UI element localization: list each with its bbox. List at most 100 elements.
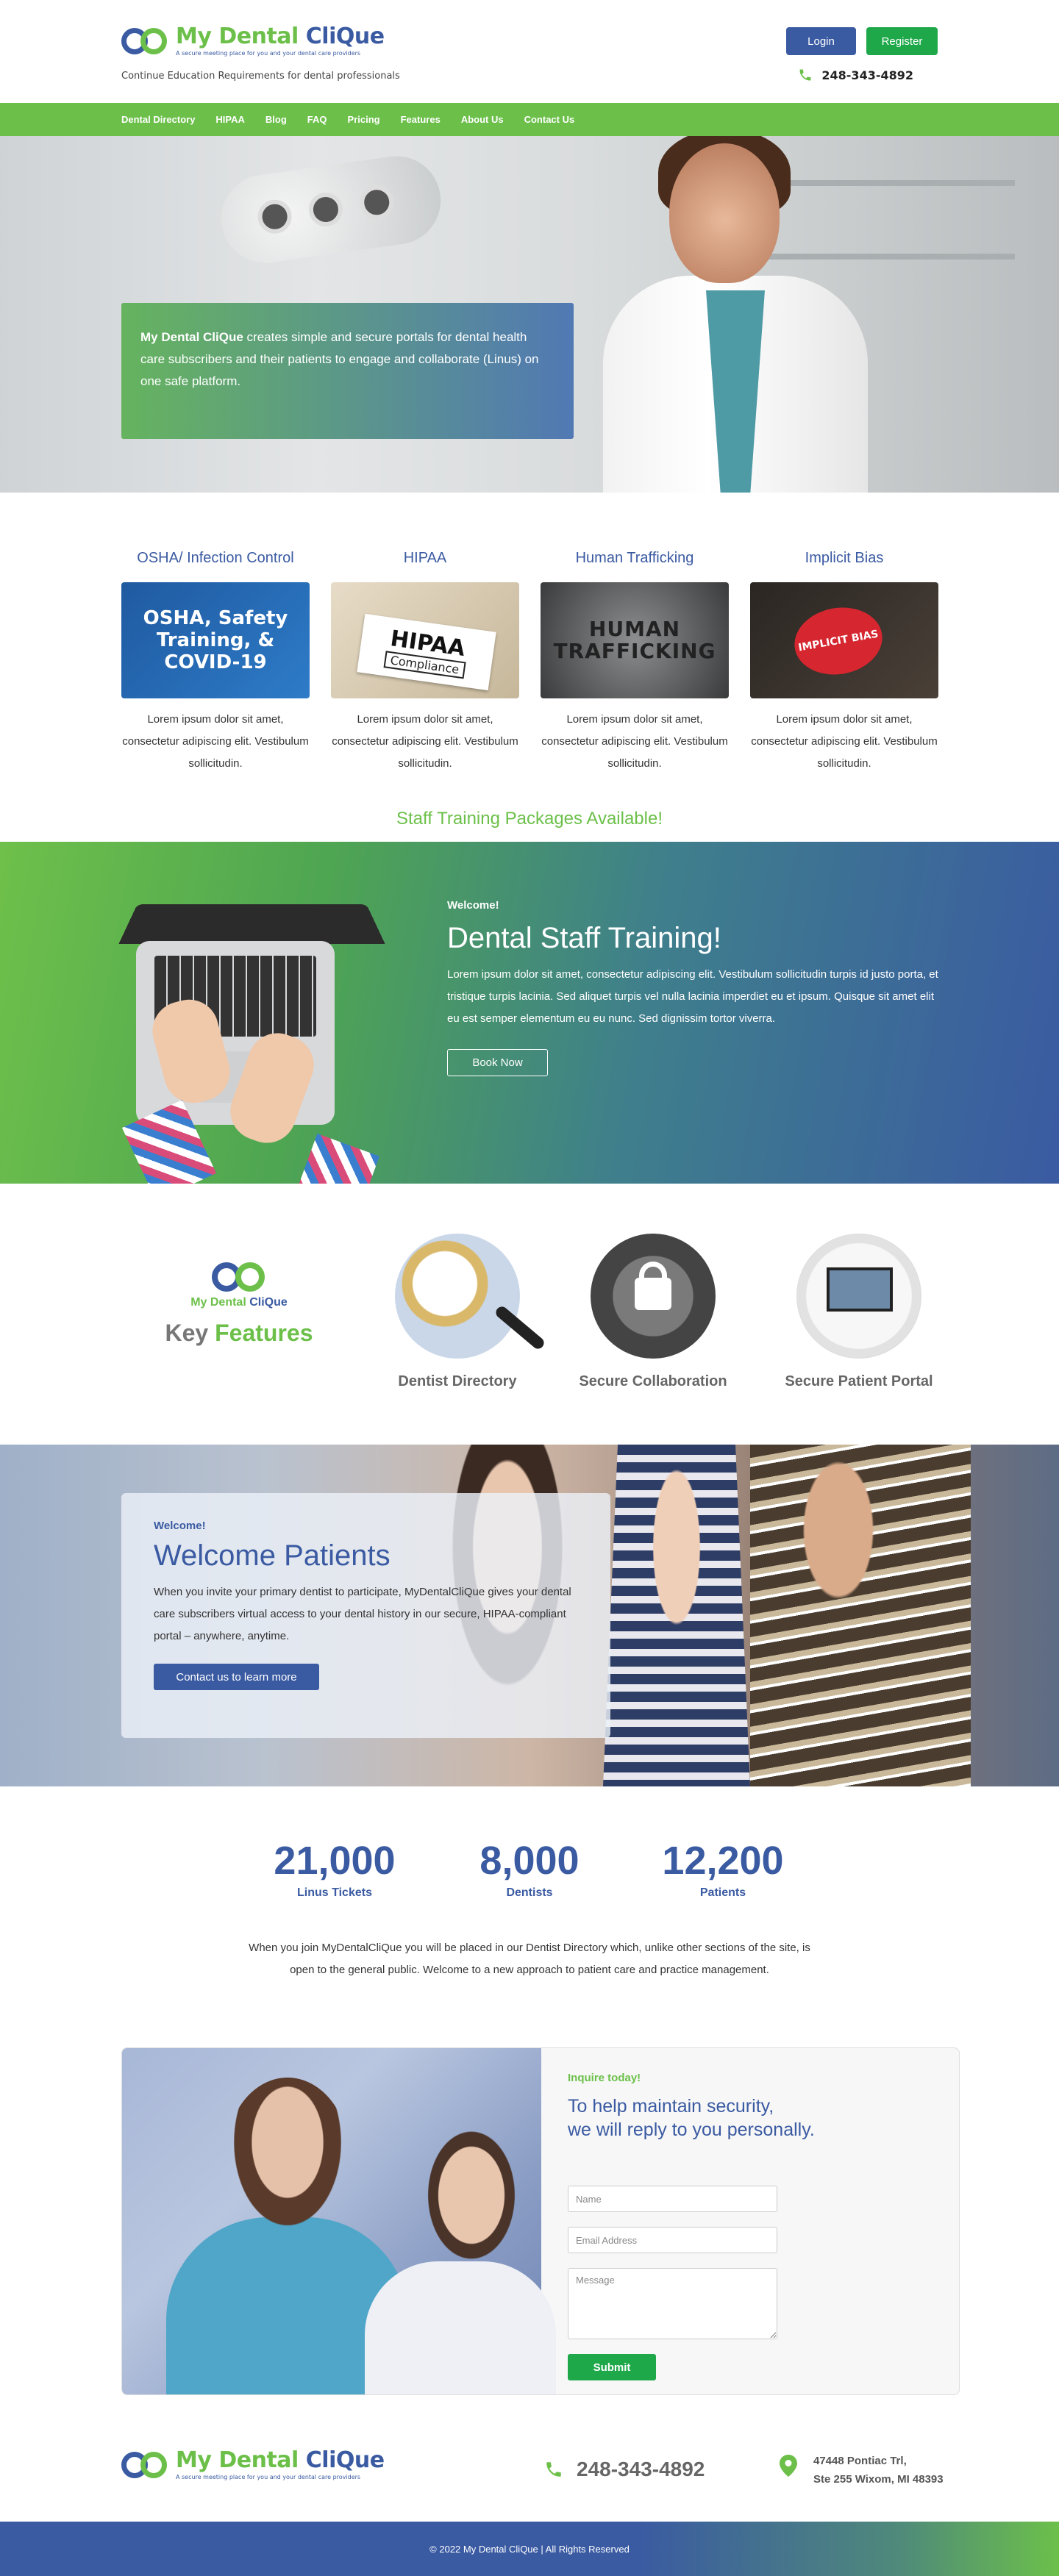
phone-icon [799, 69, 811, 81]
lock-network-icon [591, 1234, 716, 1359]
topic-title: Human Trafficking [575, 550, 694, 566]
training-topics: OSHA/ Infection Control OSHA, Safety Tra… [0, 493, 1059, 842]
feature-label: Secure Patient Portal [785, 1373, 933, 1389]
topic-image-osha: OSHA, Safety Training, & COVID-19 [121, 582, 310, 698]
monitor-icon [796, 1234, 921, 1359]
header-phone-number: 248-343-4892 [821, 68, 913, 82]
training-title: Dental Staff Training! [447, 922, 721, 954]
patients-text: When you invite your primary dentist to … [154, 1586, 571, 1642]
stats-section: 21,000 Linus Tickets 8,000 Dentists 12,2… [0, 1786, 1059, 2025]
hero-text-box: My Dental CliQue creates simple and secu… [121, 303, 574, 439]
inquire-kicker: Inquire today! [568, 2072, 641, 2084]
stat-label: Dentists [506, 1886, 553, 1899]
feature-label: Dentist Directory [398, 1373, 517, 1389]
topic-card-human-trafficking[interactable]: Human Trafficking HUMAN TRAFFICKING Lore… [541, 550, 729, 775]
contact-us-button[interactable]: Contact us to learn more [154, 1664, 319, 1690]
key-features-section: My Dental CliQue Key Features Dentist Di… [0, 1184, 1059, 1445]
message-field[interactable] [568, 2268, 777, 2339]
welcome-patients-section: Welcome! Welcome Patients When you invit… [0, 1445, 1059, 1786]
patients-title: Welcome Patients [154, 1539, 391, 1572]
topic-card-osha[interactable]: OSHA/ Infection Control OSHA, Safety Tra… [121, 550, 310, 775]
patients-text-box: Welcome! Welcome Patients When you invit… [121, 1493, 610, 1738]
nav-item-dental-directory[interactable]: Dental Directory [121, 114, 195, 125]
inquiry-form: Inquire today! To help maintain security… [568, 2072, 935, 2380]
staff-training-section: Welcome! Dental Staff Training! Lorem ip… [0, 842, 1059, 1184]
name-field[interactable] [568, 2186, 777, 2212]
nav-item-hipaa[interactable]: HIPAA [215, 114, 244, 125]
copyright-text: © 2022 My Dental CliQue | All Rights Res… [429, 2543, 630, 2555]
inquire-title: To help maintain security, we will reply … [568, 2096, 815, 2140]
feature-secure-collaboration[interactable]: Secure Collaboration [557, 1234, 749, 1390]
feature-secure-patient-portal[interactable]: Secure Patient Portal [763, 1234, 955, 1390]
stat-value: 8,000 [479, 1839, 580, 1883]
header-tagline: Continue Education Requirements for dent… [121, 71, 400, 82]
hero-text: My Dental CliQue creates simple and secu… [140, 330, 539, 388]
site-header: My Dental CliQue A secure meeting place … [0, 0, 1059, 103]
logo-rings-icon [121, 2450, 168, 2480]
nav-item-features[interactable]: Features [401, 114, 441, 125]
nav-item-faq[interactable]: FAQ [307, 114, 327, 125]
topic-title: Implicit Bias [805, 550, 884, 566]
phone-icon [546, 2462, 561, 2477]
submit-button[interactable]: Submit [568, 2354, 656, 2380]
topic-text: Lorem ipsum dolor sit amet, consectetur … [332, 713, 518, 770]
topic-card-implicit-bias[interactable]: Implicit Bias IMPLICIT BIAS Lorem ipsum … [750, 550, 938, 775]
hero-banner: My Dental CliQue creates simple and secu… [0, 136, 1059, 493]
logo-name: My Dental CliQue [176, 24, 385, 49]
staff-packages-link[interactable]: Staff Training Packages Available! [0, 809, 1059, 829]
training-content: Welcome! Dental Staff Training! Lorem ip… [447, 899, 947, 1076]
nav-item-contact-us[interactable]: Contact Us [524, 114, 575, 125]
feature-label: Secure Collaboration [579, 1373, 727, 1389]
stat-value: 12,200 [662, 1839, 784, 1883]
copyright-bar: © 2022 My Dental CliQue | All Rights Res… [0, 2522, 1059, 2576]
laptop-image [118, 897, 385, 1184]
map-pin-icon [780, 2455, 797, 2477]
stat-dentists: 8,000 Dentists [463, 1838, 596, 1900]
topic-title: HIPAA [403, 550, 447, 566]
site-footer: My Dental CliQue A secure meeting place … [0, 2415, 1059, 2522]
footer-logo-tagline: A secure meeting place for you and your … [176, 2474, 361, 2480]
main-nav: Dental Directory HIPAA Blog FAQ Pricing … [0, 103, 1059, 136]
stat-patients: 12,200 Patients [657, 1838, 789, 1900]
feature-dentist-directory[interactable]: Dentist Directory [362, 1234, 553, 1390]
patients-smiling-photo [122, 2048, 556, 2394]
topic-title: OSHA/ Infection Control [137, 550, 294, 566]
book-now-button[interactable]: Book Now [447, 1049, 548, 1076]
topic-image-human-trafficking: HUMAN TRAFFICKING [541, 582, 729, 698]
family-photo [603, 1445, 750, 1786]
footer-phone[interactable]: 248-343-4892 [544, 2458, 705, 2481]
key-features-title: Key Features [165, 1320, 313, 1346]
stat-label: Linus Tickets [297, 1886, 372, 1899]
footer-logo[interactable]: My Dental CliQue A secure meeting place … [121, 2449, 385, 2480]
email-field[interactable] [568, 2227, 777, 2253]
logo-rings-icon [212, 1261, 266, 1293]
site-logo[interactable]: My Dental CliQue A secure meeting place … [121, 25, 385, 57]
stat-label: Patients [699, 1886, 746, 1899]
nav-item-blog[interactable]: Blog [265, 114, 287, 125]
register-button[interactable]: Register [866, 27, 938, 55]
dentist-photo [603, 136, 868, 493]
logo-tagline: A secure meeting place for you and your … [176, 50, 361, 57]
topic-text: Lorem ipsum dolor sit amet, consectetur … [751, 713, 938, 770]
topic-card-hipaa[interactable]: HIPAA HIPAA Compliance Lorem ipsum dolor … [331, 550, 519, 775]
family-photo [750, 1445, 971, 1786]
topic-text: Lorem ipsum dolor sit amet, consectetur … [541, 713, 728, 770]
nav-item-pricing[interactable]: Pricing [348, 114, 380, 125]
inquire-section: Inquire today! To help maintain security… [0, 2025, 1059, 2415]
magnifier-globe-icon [395, 1234, 546, 1359]
inquire-card: Inquire today! To help maintain security… [121, 2047, 960, 2395]
footer-logo-name: My Dental CliQue [176, 2447, 385, 2473]
features-logo-name: My Dental CliQue [190, 1296, 288, 1309]
header-buttons: Login Register [786, 27, 938, 55]
login-button[interactable]: Login [786, 27, 856, 55]
topic-image-hipaa: HIPAA Compliance [331, 582, 519, 698]
header-phone[interactable]: 248-343-4892 [798, 68, 913, 82]
training-text: Lorem ipsum dolor sit amet, consectetur … [447, 968, 938, 1025]
training-kicker: Welcome! [447, 899, 499, 912]
address-line2: Ste 255 Wixom, MI 48393 [813, 2473, 944, 2486]
footer-address: 47448 Pontiac Trl, Ste 255 Wixom, MI 483… [780, 2452, 944, 2489]
topic-text: Lorem ipsum dolor sit amet, consectetur … [122, 713, 309, 770]
logo-rings-icon [121, 26, 168, 56]
nav-item-about-us[interactable]: About Us [461, 114, 504, 125]
stat-linus-tickets: 21,000 Linus Tickets [268, 1838, 401, 1900]
